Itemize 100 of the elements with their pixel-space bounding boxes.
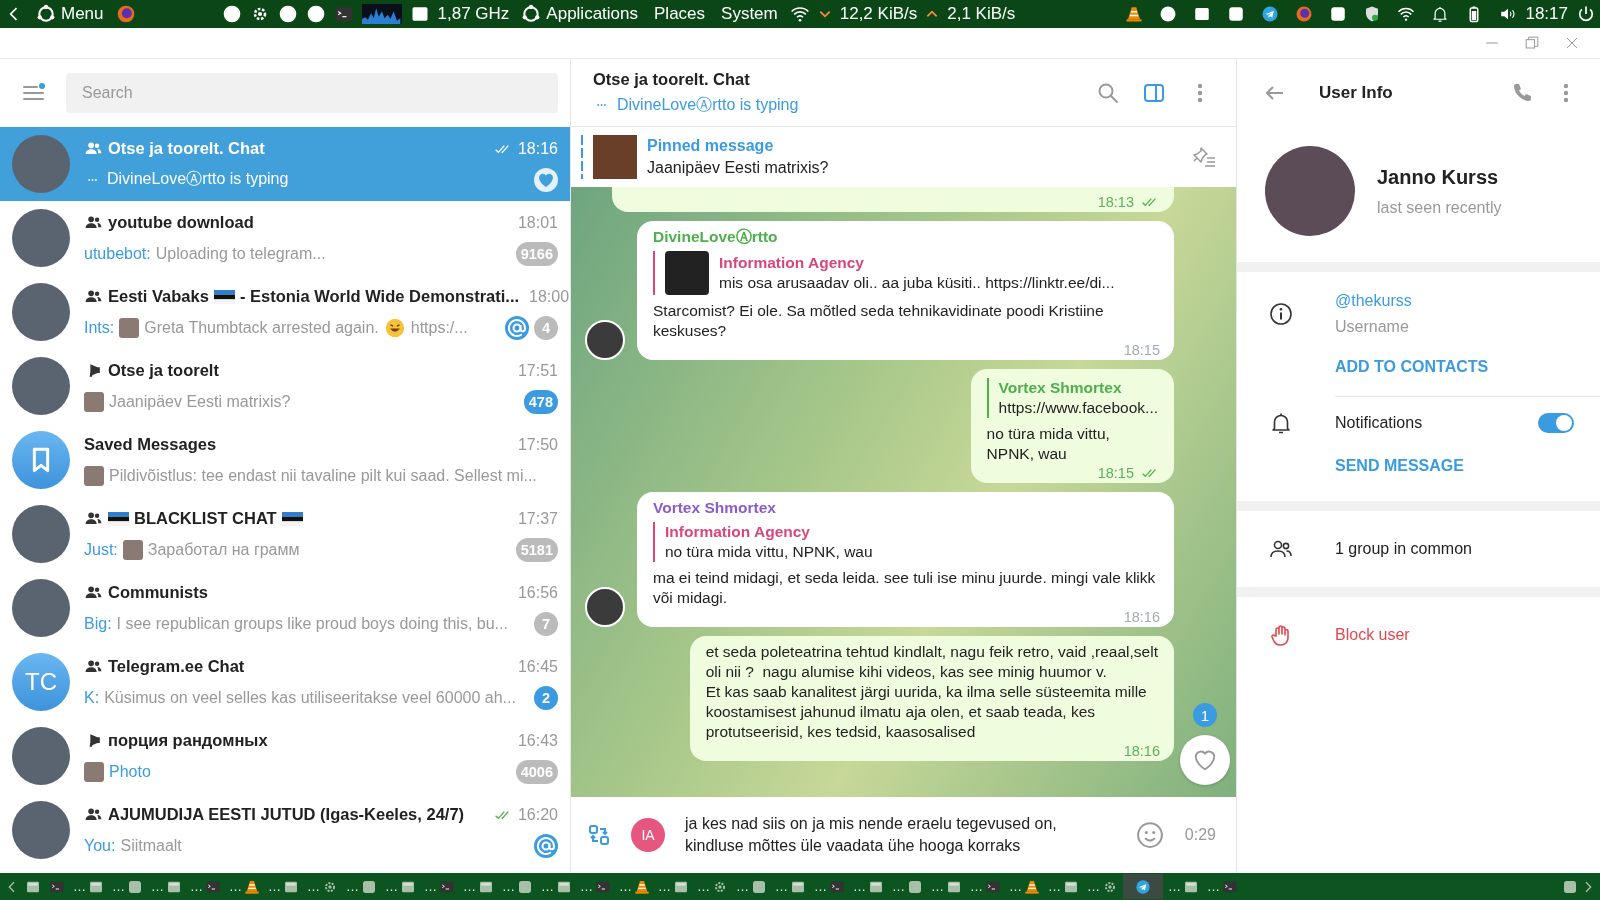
swap-icon[interactable] [587, 823, 611, 847]
panel-menu[interactable]: Places [650, 4, 710, 24]
taskbar-item[interactable]: … [499, 874, 536, 899]
reply-quote[interactable]: Information Agency mis osa arusaadav oli.. aa juba küsiti.. https://linktr.ee/di... [653, 251, 1158, 295]
avatar-photo-placeholder [12, 727, 70, 785]
message-time: 18:13 [1097, 194, 1134, 210]
circle-icon[interactable] [277, 4, 298, 24]
avatar-photo-placeholder [12, 135, 70, 193]
pinned-message-bar[interactable]: Pinned message Jaanipäev Eesti matrixis? [571, 127, 1236, 187]
chat-time: 17:51 [517, 361, 558, 380]
taskbar-item[interactable]: … [1165, 874, 1202, 899]
photo-thumbnail [84, 391, 104, 412]
unread-count: 4 [534, 315, 558, 340]
taskbar-item[interactable]: … [460, 874, 497, 899]
chat-title: BLACKLIST CHAT [134, 509, 277, 528]
taskbar-item[interactable] [1123, 874, 1163, 899]
taskbar-item[interactable]: … [382, 874, 419, 899]
emoji-icon[interactable] [1134, 820, 1165, 850]
avatar[interactable]: IA [631, 818, 665, 852]
taskbar-item[interactable]: … [304, 874, 341, 899]
chat-list-item[interactable]: AJUMUDIJA EESTI JUTUD (Igas-Keeles, 24/7) 16:20 You: Siitmaalt [0, 793, 570, 867]
flag-icon [213, 289, 235, 304]
taskbar-item[interactable]: … [1084, 874, 1121, 899]
panel-menu[interactable]: Applications [517, 4, 642, 24]
menu-button[interactable]: Menu [32, 4, 108, 24]
chat-list-item[interactable]: порция рандомных 16:43 Photo 4006 [0, 719, 570, 793]
block-user-button[interactable]: Block user [1237, 609, 1600, 661]
chat-time: 18:16 [517, 139, 558, 158]
paper-plane-icon [1135, 878, 1151, 895]
chat-list-item[interactable]: Otse ja toorelt 17:51 Jaanipäev Eesti matrixis? 478 [0, 349, 570, 423]
pin-list-icon[interactable] [1192, 145, 1216, 169]
message-time: 18:16 [1123, 743, 1160, 759]
chat-list-item[interactable]: Saved Messages 17:50 Pildivõistlus: tee endast nii tavaline pilt kui saad. Sellest mi... [0, 423, 570, 497]
taskbar-item[interactable]: … [1204, 874, 1241, 899]
taskbar-item[interactable]: … [187, 874, 224, 899]
chat-title: Otse ja toorelt. Chat [593, 69, 751, 89]
unread-count: 478 [523, 389, 558, 414]
reactions-button[interactable] [1180, 735, 1230, 785]
taskbar-item[interactable]: … [538, 874, 575, 899]
globe-icon[interactable] [1295, 5, 1314, 23]
sender-name: Vortex Shmortex [653, 498, 777, 518]
chat-title: Otse ja toorelt [108, 361, 219, 380]
reply-text: https://www.facebook... [998, 398, 1158, 418]
message-time: 18:15 [1123, 342, 1160, 358]
taskbar-item[interactable]: … [148, 874, 185, 899]
unread-count: 7 [534, 611, 558, 636]
taskbar-item[interactable]: … [1045, 874, 1082, 899]
chat-time: 17:37 [517, 509, 558, 528]
app-icon[interactable] [1329, 5, 1348, 23]
taskbar-item[interactable]: … [70, 874, 107, 899]
taskbar-item[interactable]: … [694, 874, 731, 899]
message-field[interactable]: ja kes nad siis on ja mis nende eraelu tegevused on, kindluse mõttes üle vaadata ühe hooga korraks [685, 813, 1115, 857]
panel-title: User Info [1319, 82, 1393, 103]
chat-list-item[interactable]: youtube download 18:01 utubebot: Uploading to telegram... 9166 [0, 201, 570, 275]
chat-time: 17:50 [517, 435, 558, 454]
taskbar-item[interactable]: … [889, 874, 926, 899]
taskbar-item[interactable]: … [1006, 874, 1043, 899]
reply-author: Information Agency [719, 253, 865, 273]
taskbar-item[interactable]: … [343, 874, 380, 899]
cone-icon[interactable] [1125, 5, 1144, 23]
taskbar-item[interactable]: … [928, 874, 965, 899]
photo-thumbnail [593, 135, 637, 179]
taskbar-item[interactable]: … [967, 874, 1004, 899]
terminal-icon[interactable] [333, 4, 354, 24]
power-icon[interactable] [1576, 4, 1596, 24]
search-field[interactable]: Search [66, 73, 558, 113]
taskbar-item[interactable]: … [655, 874, 692, 899]
app-icon[interactable] [1261, 5, 1280, 23]
taskbar-item[interactable]: … [577, 874, 614, 899]
wifi-icon[interactable] [1397, 5, 1416, 23]
taskbar-item[interactable]: … [226, 874, 263, 899]
taskbar-item[interactable]: … [850, 874, 887, 899]
chat-list-item[interactable]: Communists 16:56 Big: I see republican groups like proud boys doing this, bu... 7 [0, 571, 570, 645]
taskbar-item[interactable]: … [616, 874, 653, 899]
message-preview: I see republican groups like proud boys doing this, bu... [116, 614, 508, 633]
notifications-toggle[interactable] [1538, 413, 1574, 433]
last-seen: last seen recently [1377, 198, 1502, 217]
bell-icon[interactable] [1431, 5, 1450, 23]
chat-list-item[interactable]: BLACKLIST CHAT 17:37 Just: Заработал на грамм 5181 [0, 497, 570, 571]
chat-list-item[interactable]: Eesti Vabaks - Estonia World Wide Demonstrati... 18:00 Ints: Greta Thumbtack arrested again. https:/... 4 [0, 275, 570, 349]
reply-author: Vortex Shmortex [998, 378, 1123, 398]
download-speed: 12,2 KiB/s [839, 4, 918, 24]
taskbar-item[interactable]: … [733, 874, 770, 899]
chat-time: 16:20 [517, 805, 558, 824]
reply-quote[interactable]: Information Agency no türa mida vittu, NPNK, wau [653, 522, 1158, 562]
taskbar-item[interactable]: … [421, 874, 458, 899]
taskbar-item[interactable]: … [109, 874, 146, 899]
app-icon[interactable] [1227, 5, 1246, 23]
browser-icon[interactable] [115, 4, 136, 24]
reply-quote[interactable]: Vortex Shmortex https://www.facebook... [986, 378, 1158, 418]
taskbar-item[interactable]: … [811, 874, 848, 899]
message-preview: Küsimus on veel selles kas utiliseeritakse veel 60000 ah... [104, 688, 516, 707]
message-text: et seda poleteatrina tehtud kindlalt, nagu feik retro, vaid ,reaal,selt oli nii ? nagu alumise kihi videos, kas see minig huumor v. Et kas saab kanalitest järgi uurida, ka ilma selle süsteemita mille koostamisest jahunud ilmatu aja olen, et saab teada, kes protutseerisid, kes tedsid, kaasosalised [705, 642, 1158, 742]
taskbar-item[interactable]: … [265, 874, 302, 899]
chat-title: Saved Messages [84, 435, 217, 454]
chat-list-item[interactable]: TC Telegram.ee Chat 16:45 K: Küsimus on veel selles kas utiliseeritakse veel 60000 ah... 2 [0, 645, 570, 719]
panel-menu[interactable]: System [717, 4, 782, 24]
circle-icon[interactable] [305, 4, 326, 24]
taskbar-item[interactable]: … [772, 874, 809, 899]
circle-icon[interactable] [221, 4, 242, 24]
